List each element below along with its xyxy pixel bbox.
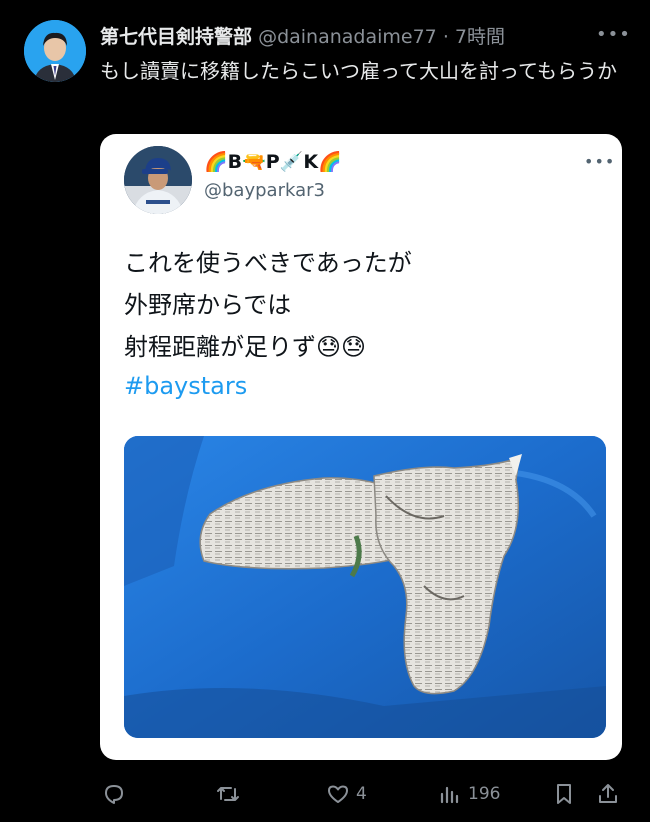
post-text: もし讀賣に移籍したらこいつ雇って大山を討ってもらうか xyxy=(100,59,617,83)
quoted-text-line: これを使うべきであったが xyxy=(124,249,412,277)
quoted-author-handle[interactable]: @bayparkar3 xyxy=(204,180,325,201)
bookmark-button[interactable] xyxy=(552,782,576,806)
separator: · xyxy=(442,26,449,48)
post-header: 第七代目剣持警部 @dainanadaime77 · 7時間 xyxy=(100,22,505,49)
quoted-text-line: 射程距離が足りず😓😓 xyxy=(124,333,367,361)
action-bar: 4 196 xyxy=(0,774,650,818)
author-handle[interactable]: @dainanadaime77 xyxy=(258,26,437,48)
reply-button[interactable] xyxy=(102,782,132,806)
post-time[interactable]: 7時間 xyxy=(455,26,505,48)
quoted-post[interactable]: 🌈B🔫P💉K🌈 @bayparkar3 ••• これを使うべきであったが 外野席… xyxy=(100,134,622,760)
quoted-text-line: 外野席からでは xyxy=(124,291,292,319)
author-name[interactable]: 第七代目剣持警部 xyxy=(100,26,252,48)
newspaper-gun-photo xyxy=(124,436,606,738)
retweet-icon xyxy=(217,787,239,801)
bookmark-icon xyxy=(557,784,571,804)
more-options-icon[interactable]: ••• xyxy=(596,24,631,45)
quoted-photo[interactable] xyxy=(124,436,606,738)
like-button[interactable]: 4 xyxy=(326,782,367,806)
author-avatar[interactable] xyxy=(24,20,86,82)
author-avatar-image xyxy=(24,20,86,82)
views-button[interactable]: 196 xyxy=(438,782,500,806)
retweet-button[interactable] xyxy=(216,782,246,806)
share-button[interactable] xyxy=(596,782,620,806)
share-icon xyxy=(599,784,617,803)
views-count: 196 xyxy=(468,784,501,804)
quoted-more-icon[interactable]: ••• xyxy=(584,152,615,171)
like-count: 4 xyxy=(356,784,367,804)
views-icon xyxy=(440,786,459,804)
hashtag-link[interactable]: #baystars xyxy=(124,372,247,400)
quoted-author-avatar[interactable] xyxy=(124,146,192,214)
quoted-text: これを使うべきであったが 外野席からでは 射程距離が足りず😓😓 xyxy=(124,242,594,368)
reply-icon xyxy=(105,785,123,804)
quoted-avatar-image xyxy=(124,146,192,214)
like-icon xyxy=(328,785,348,803)
quoted-author-name[interactable]: 🌈B🔫P💉K🌈 xyxy=(204,150,342,173)
